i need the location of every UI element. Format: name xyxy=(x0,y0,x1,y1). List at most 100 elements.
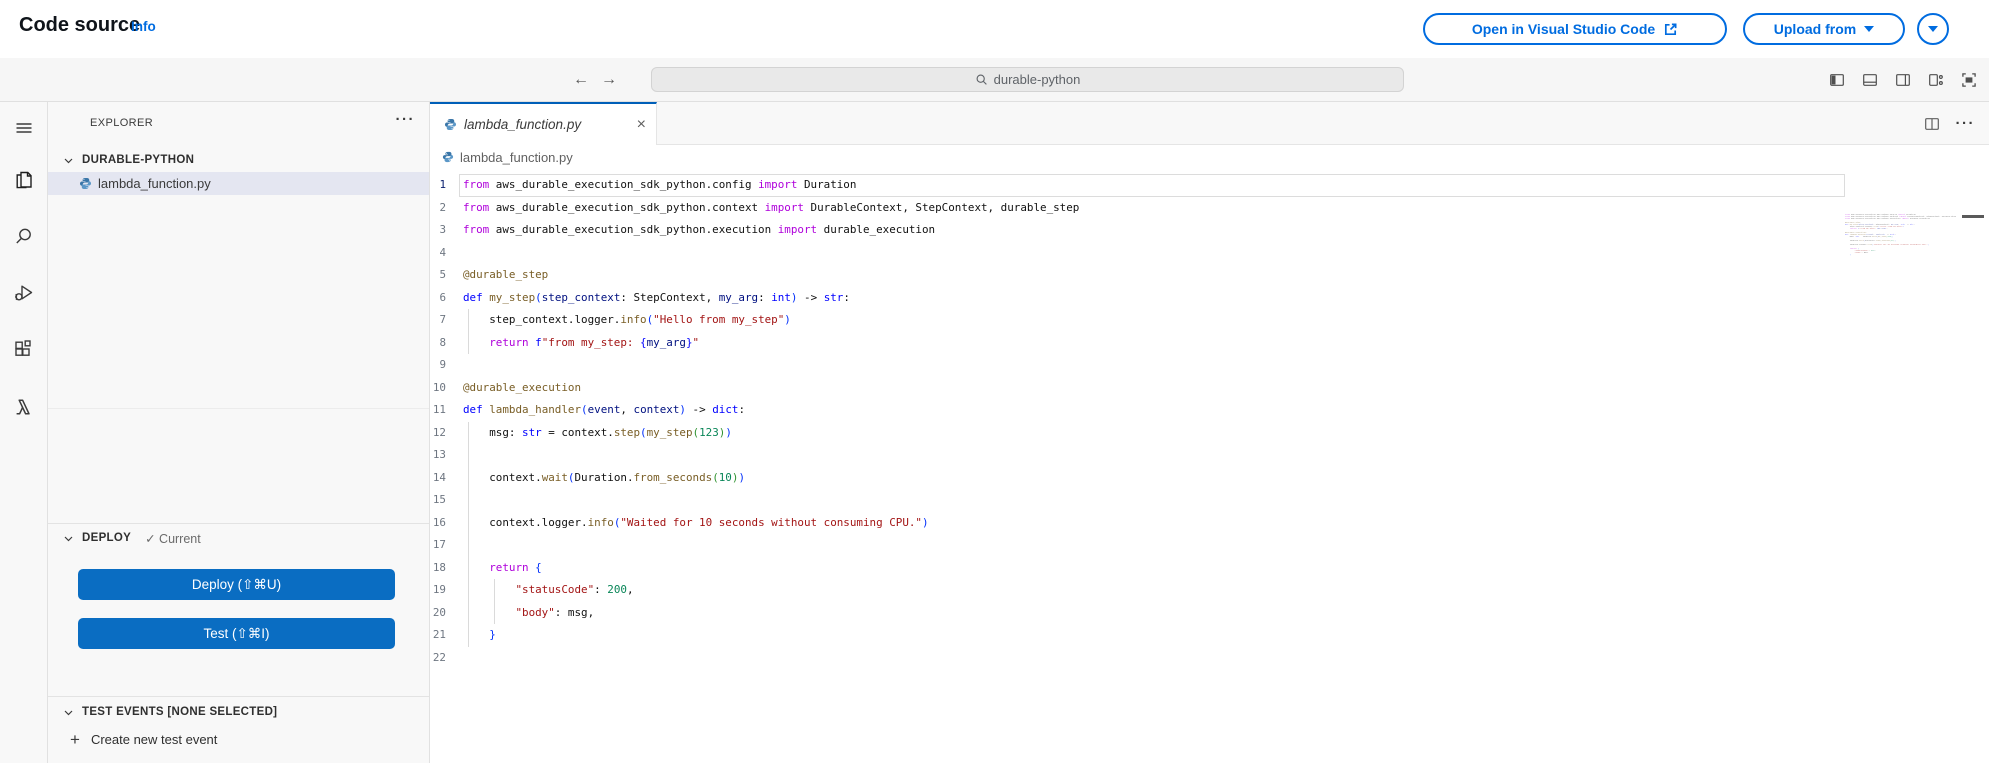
tab-bar: lambda_function.py × ··· xyxy=(430,102,1989,145)
aws-toolkit-lambda-icon[interactable] xyxy=(12,395,36,419)
search-icon xyxy=(976,74,987,85)
upload-from-label: Upload from xyxy=(1773,21,1857,37)
code-area[interactable]: 1 from aws_durable_execution_sdk_python.c… xyxy=(430,169,1989,763)
line-number: 3 xyxy=(439,223,446,236)
section-divider xyxy=(48,696,429,697)
indent-guide xyxy=(494,579,496,602)
editor-more-actions-icon[interactable]: ··· xyxy=(1956,115,1976,132)
extensions-icon[interactable] xyxy=(12,338,36,362)
code-line[interactable]: 16 context.logger.info("Waited for 10 sec… xyxy=(430,511,1989,534)
breadcrumb-file: lambda_function.py xyxy=(460,149,573,165)
code-line[interactable]: 15 xyxy=(430,489,1989,512)
code-line[interactable]: 21} xyxy=(430,624,1989,647)
indent-guide xyxy=(467,511,469,534)
code-line[interactable]: 8 return f"from my_step: {my_arg}" xyxy=(430,331,1989,354)
deploy-status-badge: ✓ Current xyxy=(145,531,201,546)
code-line[interactable]: 3 from aws_durable_execution_sdk_python.e… xyxy=(430,219,1989,242)
nav-back-icon[interactable]: ← xyxy=(570,58,592,101)
code-line[interactable]: 11 def lambda_handler(event, context) -> … xyxy=(430,399,1989,422)
code-line[interactable]: 2 from aws_durable_execution_sdk_python.c… xyxy=(430,197,1989,220)
code-line[interactable]: 13 xyxy=(430,444,1989,467)
tab-lambda-function[interactable]: lambda_function.py × xyxy=(430,102,657,145)
command-center-search[interactable]: durable-python xyxy=(651,67,1404,92)
explorer-icon[interactable] xyxy=(12,168,36,192)
split-editor-icon[interactable] xyxy=(1924,116,1940,132)
code-line[interactable]: 22 xyxy=(430,647,1989,670)
code-line[interactable]: 1 from aws_durable_execution_sdk_python.c… xyxy=(430,174,1989,197)
chevron-down-icon xyxy=(64,710,73,715)
run-debug-icon[interactable] xyxy=(12,280,36,304)
customize-layout-icon[interactable] xyxy=(1928,72,1944,88)
tab-close-icon[interactable]: × xyxy=(637,116,646,133)
indent-guide xyxy=(467,421,469,444)
indent-guide xyxy=(467,579,469,602)
code-line[interactable]: 10 @durable_execution xyxy=(430,377,1989,400)
caret-down-icon xyxy=(1864,26,1875,32)
line-number: 7 xyxy=(439,313,446,326)
indent-guide xyxy=(467,444,469,467)
test-button[interactable]: Test (⇧⌘I) xyxy=(78,618,395,649)
open-in-vscode-label: Open in Visual Studio Code xyxy=(1471,21,1656,37)
code-line[interactable]: 5 @durable_step xyxy=(430,264,1989,287)
maximize-icon[interactable] xyxy=(1961,72,1977,88)
line-number: 19 xyxy=(432,583,446,596)
open-in-vscode-button[interactable]: Open in Visual Studio Code xyxy=(1423,13,1727,45)
code-line[interactable]: 18 return { xyxy=(430,556,1989,579)
indent-guide xyxy=(467,601,469,624)
line-number: 10 xyxy=(432,380,446,394)
explorer-header: EXPLORER ··· xyxy=(48,102,429,142)
breadcrumb[interactable]: lambda_function.py xyxy=(430,145,1989,169)
code-line[interactable]: 12 msg: str = context.step(my_step(123)) xyxy=(430,421,1989,444)
code-line[interactable]: 14 context.wait(Duration.from_seconds(10)… xyxy=(430,466,1989,489)
toggle-primary-sidebar-icon[interactable] xyxy=(1829,72,1845,88)
test-events-section-header[interactable]: TEST EVENTS [NONE SELECTED] xyxy=(48,702,429,722)
indent-guide xyxy=(467,331,469,354)
nav-forward-icon[interactable]: → xyxy=(598,58,620,101)
python-file-icon xyxy=(442,151,454,163)
indent-guide xyxy=(467,624,469,647)
search-icon[interactable] xyxy=(12,224,36,248)
minimap[interactable]: from aws_durable_execution_sdk_python.co… xyxy=(1845,213,1965,293)
code-line[interactable]: 20 "body": msg, xyxy=(430,601,1989,624)
explorer-sidebar: EXPLORER ··· DURABLE-PYTHON lambda_funct… xyxy=(48,102,430,763)
explorer-more-icon[interactable]: ··· xyxy=(396,111,416,128)
indent-guide xyxy=(467,466,469,489)
line-number: 21 xyxy=(432,628,446,641)
create-test-event-button[interactable]: + Create new test event xyxy=(48,728,429,750)
deploy-button[interactable]: Deploy (⇧⌘U) xyxy=(78,569,395,600)
code-line[interactable]: 4 xyxy=(430,242,1989,265)
code-line[interactable]: 6 def my_step(step_context: StepContext, … xyxy=(430,287,1989,310)
chevron-down-icon xyxy=(64,158,73,163)
line-number: 15 xyxy=(432,493,446,506)
caret-down-icon xyxy=(1928,26,1938,32)
actions-menu-button[interactable] xyxy=(1917,13,1949,45)
page-title: Code source xyxy=(19,14,141,36)
deploy-title: DEPLOY xyxy=(82,532,132,544)
line-number: 5 xyxy=(439,268,446,281)
line-number: 11 xyxy=(432,403,446,416)
line-number: 2 xyxy=(439,200,446,214)
editor-pane: lambda_function.py × ··· lambda_function… xyxy=(430,102,1989,763)
info-link[interactable]: Info xyxy=(131,19,156,34)
folder-durable-python[interactable]: DURABLE-PYTHON xyxy=(48,148,429,172)
create-test-event-label: Create new test event xyxy=(90,731,218,747)
toggle-secondary-sidebar-icon[interactable] xyxy=(1895,72,1911,88)
editor-main: EXPLORER ··· DURABLE-PYTHON lambda_funct… xyxy=(0,102,1989,763)
minimap-content: from aws_durable_execution_sdk_python.co… xyxy=(1845,213,1956,256)
overview-ruler-mark xyxy=(1962,215,1984,218)
code-line[interactable]: 9 xyxy=(430,354,1989,377)
indent-guide xyxy=(494,601,496,624)
line-number: 14 xyxy=(432,470,446,484)
indent-guide xyxy=(467,489,469,512)
upload-from-button[interactable]: Upload from xyxy=(1743,13,1905,45)
file-lambda-function[interactable]: lambda_function.py xyxy=(48,172,429,195)
indent-guide xyxy=(467,309,469,332)
activity-bar xyxy=(0,102,48,763)
code-line[interactable]: 17 xyxy=(430,534,1989,557)
line-number: 16 xyxy=(432,515,446,529)
code-line[interactable]: 7 step_context.logger.info("Hello from my… xyxy=(430,309,1989,332)
menu-icon[interactable] xyxy=(12,116,36,140)
deploy-section-header[interactable]: DEPLOY ✓ Current xyxy=(48,528,429,548)
toggle-panel-icon[interactable] xyxy=(1862,72,1878,88)
code-line[interactable]: 19 "statusCode": 200, xyxy=(430,579,1989,602)
